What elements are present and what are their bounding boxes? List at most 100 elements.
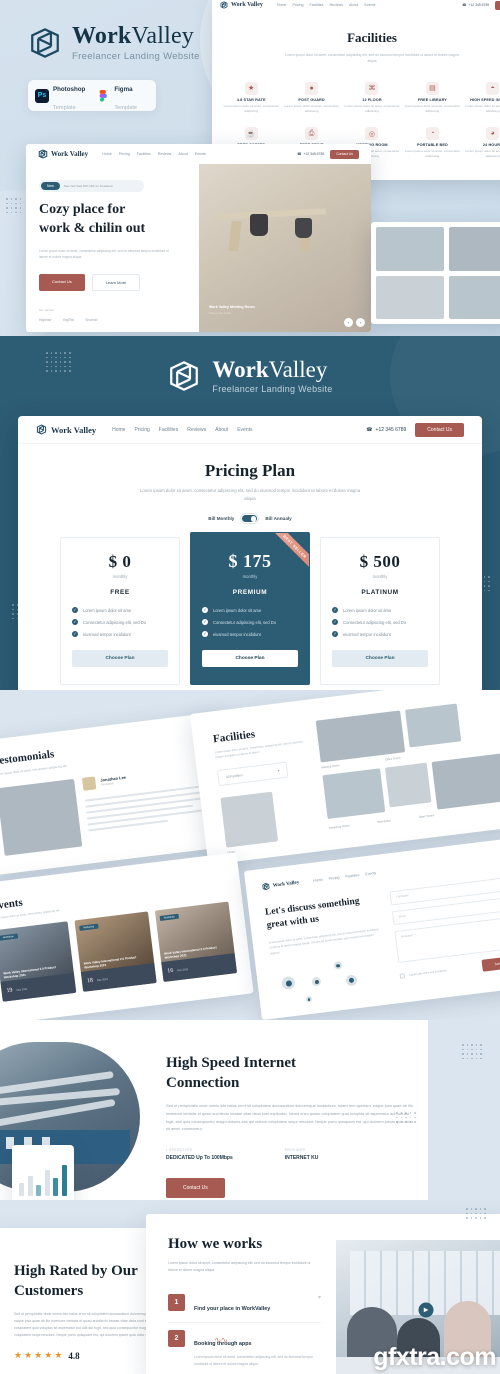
nav-link-home[interactable]: Home — [102, 152, 112, 156]
hero-badge-pill[interactable]: New New Year Sale 50% OFF for Freelancer — [39, 180, 144, 192]
nav-link-facilities[interactable]: Facilities — [309, 3, 323, 7]
hero-navbar[interactable]: Work Valley Home Pricing Facilities Revi… — [26, 144, 371, 164]
contact-field-message[interactable]: Message — [394, 917, 500, 964]
gallery-thumb[interactable] — [315, 710, 406, 763]
facility-item[interactable]: ◕ 24 HOURSLorem ipsum dolor sit amet, con… — [464, 127, 500, 158]
nav-link-pricing[interactable]: Pricing — [134, 427, 149, 433]
choose-plan-button[interactable]: Choose Plan — [72, 650, 168, 668]
nav-link-reviews[interactable]: Reviews — [158, 152, 172, 156]
nav-link-events[interactable]: Events — [195, 152, 206, 156]
meeting-icon: ◎ — [365, 127, 379, 141]
nav-link-home[interactable]: Home — [112, 427, 125, 433]
hero-primary-cta[interactable]: Contact Us — [39, 273, 85, 291]
brand-tagline: Freelancer Landing Website — [212, 384, 333, 395]
plan-card-free[interactable]: $ 0 monthly FREE ✓ Lorem ipsum dolor sit … — [60, 537, 180, 686]
gallery-thumb[interactable] — [220, 791, 279, 848]
facility-item[interactable]: ▤ FREE LIBRARY Lorem ipsum dolor sit amet,… — [403, 81, 461, 113]
step-desc: Lorem ipsum dolor sit amet, consectetur … — [194, 1355, 313, 1366]
pricing-navbar[interactable]: Work Valley Home Pricing Facilities Revi… — [18, 416, 482, 444]
nav-phone[interactable]: ☎ +12 345 6789 — [462, 3, 489, 7]
gallery-thumb[interactable] — [405, 703, 462, 748]
gallery-thumb[interactable] — [448, 275, 500, 319]
gallery-thumb[interactable] — [376, 227, 444, 271]
facility-item[interactable]: ★ 4.8 STAR RATE Lorem ipsum dolor sit amet… — [222, 81, 280, 113]
pricing-mockup: Work Valley Home Pricing Facilities Revi… — [18, 416, 482, 690]
plan-card-platinum[interactable]: $ 500 monthly PLATINUM ✓ Lorem ipsum dolo… — [320, 537, 440, 686]
gallery-thumb[interactable] — [322, 768, 386, 820]
facility-item[interactable]: ● POST GUARD Lorem ipsum dolor sit amet, c… — [282, 81, 340, 113]
brand-name-bold: Work — [212, 357, 269, 382]
nav-link-facilities[interactable]: Facilities — [345, 873, 359, 879]
facility-desc: Lorem ipsum dolor sit amet, consectetur … — [344, 103, 400, 113]
gallery-filter-dropdown[interactable]: All Facilities ▾ — [216, 761, 289, 786]
nav-link-about[interactable]: About — [215, 427, 228, 433]
nav-link-reviews[interactable]: Reviews — [187, 427, 206, 433]
nav-cta-button[interactable]: Contact Us — [330, 149, 359, 159]
facilities-title: Facilities — [347, 30, 397, 45]
hero-nav-links[interactable]: Home Pricing Facilities Reviews About Ev… — [102, 152, 206, 156]
event-card[interactable]: Workshop Work Valley International 2.0 P… — [74, 911, 157, 992]
event-month: Dec 2021 — [96, 977, 109, 982]
hero-carousel-controls[interactable]: ‹ › — [344, 318, 365, 327]
event-day: 18 — [86, 977, 94, 985]
contact-submit-button[interactable]: Send — [481, 955, 500, 972]
billing-toggle[interactable] — [241, 514, 259, 524]
pricing-nav-links[interactable]: Home Pricing Facilities Reviews About Ev… — [112, 427, 252, 433]
gallery-thumb[interactable] — [384, 762, 432, 808]
nav-phone[interactable]: ☎ +12 345 6789 — [297, 152, 324, 156]
how-step-1[interactable]: 1 Find your place in WorkValley ▾ — [168, 1287, 321, 1323]
software-kind: Template — [114, 104, 138, 111]
nav-link-home[interactable]: Home — [277, 3, 287, 7]
event-card[interactable]: Workshop Work Valley International 2.0 P… — [154, 901, 238, 983]
billing-toggle-row[interactable]: Bill Monthly Bill Annualy — [18, 514, 482, 524]
nav-cta-button[interactable]: Contact Us — [415, 422, 464, 437]
mockup-nav-links[interactable]: Home Pricing Facilities Reviews About Ev… — [277, 3, 376, 7]
nav-link-events[interactable]: Events — [237, 427, 252, 433]
phone-icon: ☎ — [462, 3, 467, 7]
carousel-next-icon[interactable]: › — [356, 318, 365, 327]
chevron-down-icon[interactable]: ▾ — [318, 1294, 321, 1301]
how-subtitle: Lorem ipsum dolor sit amet, consectetur … — [168, 1261, 311, 1272]
gallery-thumb[interactable] — [431, 753, 500, 810]
nav-link-pricing[interactable]: Pricing — [119, 152, 130, 156]
gallery-thumb[interactable] — [376, 275, 444, 319]
nav-link-pricing[interactable]: Pricing — [292, 3, 303, 7]
toggle-label-annual[interactable]: Bill Annualy — [265, 516, 291, 521]
terms-checkbox[interactable] — [399, 972, 406, 979]
nav-phone[interactable]: ☎ +12 345 6789 — [366, 427, 406, 433]
plan-feature: ✓ Consectetur adipiscing elit, sed Do — [202, 619, 277, 626]
partner-logo: Highrise — [39, 317, 52, 322]
hero-image-sub: Take a look inside — [208, 311, 232, 316]
internet-cta-button[interactable]: Contact Us — [166, 1178, 225, 1199]
plan-price: $ 175 — [228, 551, 272, 572]
event-card[interactable]: Workshop Work Valley International 2.0 P… — [0, 921, 77, 1002]
nav-link-about[interactable]: About — [178, 152, 187, 156]
toggle-label-monthly[interactable]: Bill Monthly — [208, 516, 234, 521]
nav-link-reviews[interactable]: Reviews — [329, 3, 343, 7]
facility-item[interactable]: ◔ PORTABLE BED Lorem ipsum dolor sit amet,… — [403, 127, 461, 158]
play-icon[interactable]: ▶ — [418, 1302, 434, 1317]
nav-link-home[interactable]: Home — [313, 878, 323, 883]
nav-link-about[interactable]: About — [349, 3, 358, 7]
mockup-navbar[interactable]: Work Valley Home Pricing Facilities Revi… — [212, 0, 500, 14]
gallery-thumb[interactable] — [448, 227, 500, 271]
nav-cta-button[interactable]: Contact Us — [495, 0, 500, 10]
carousel-prev-icon[interactable]: ‹ — [344, 318, 353, 327]
nav-link-facilities[interactable]: Facilities — [159, 427, 178, 433]
nav-link-events[interactable]: Events — [365, 871, 376, 876]
brand-name-light: Valley — [73, 424, 97, 435]
choose-plan-button[interactable]: Choose Plan — [332, 650, 428, 668]
contact-nav-links[interactable]: Home Pricing Facilities Events — [313, 871, 377, 883]
plan-feature: ✓ eiusmod tempor incididunt — [72, 631, 131, 638]
facility-item[interactable]: ⌘ 12 FLOOR Lorem ipsum dolor sit amet, con… — [343, 81, 401, 113]
plan-card-premium[interactable]: BEST SELLER $ 175 monthly PREMIUM ✓ Lorem… — [190, 532, 310, 686]
nav-link-facilities[interactable]: Facilities — [137, 152, 151, 156]
pricing-subtitle: Lorem ipsum dolor sit amet, consectetur … — [139, 488, 361, 501]
how-step-2[interactable]: 2 Booking through apps Lorem ipsum dolor… — [168, 1323, 321, 1374]
facility-item[interactable]: ◓ HIGH SPEED INTERNETLorem ipsum dolor si… — [464, 81, 500, 113]
nav-link-pricing[interactable]: Pricing — [328, 876, 339, 881]
plan-name: PREMIUM — [232, 589, 268, 597]
choose-plan-button[interactable]: Choose Plan — [202, 650, 298, 668]
hero-secondary-cta[interactable]: Learn More — [91, 273, 141, 291]
nav-link-events[interactable]: Events — [364, 3, 375, 7]
